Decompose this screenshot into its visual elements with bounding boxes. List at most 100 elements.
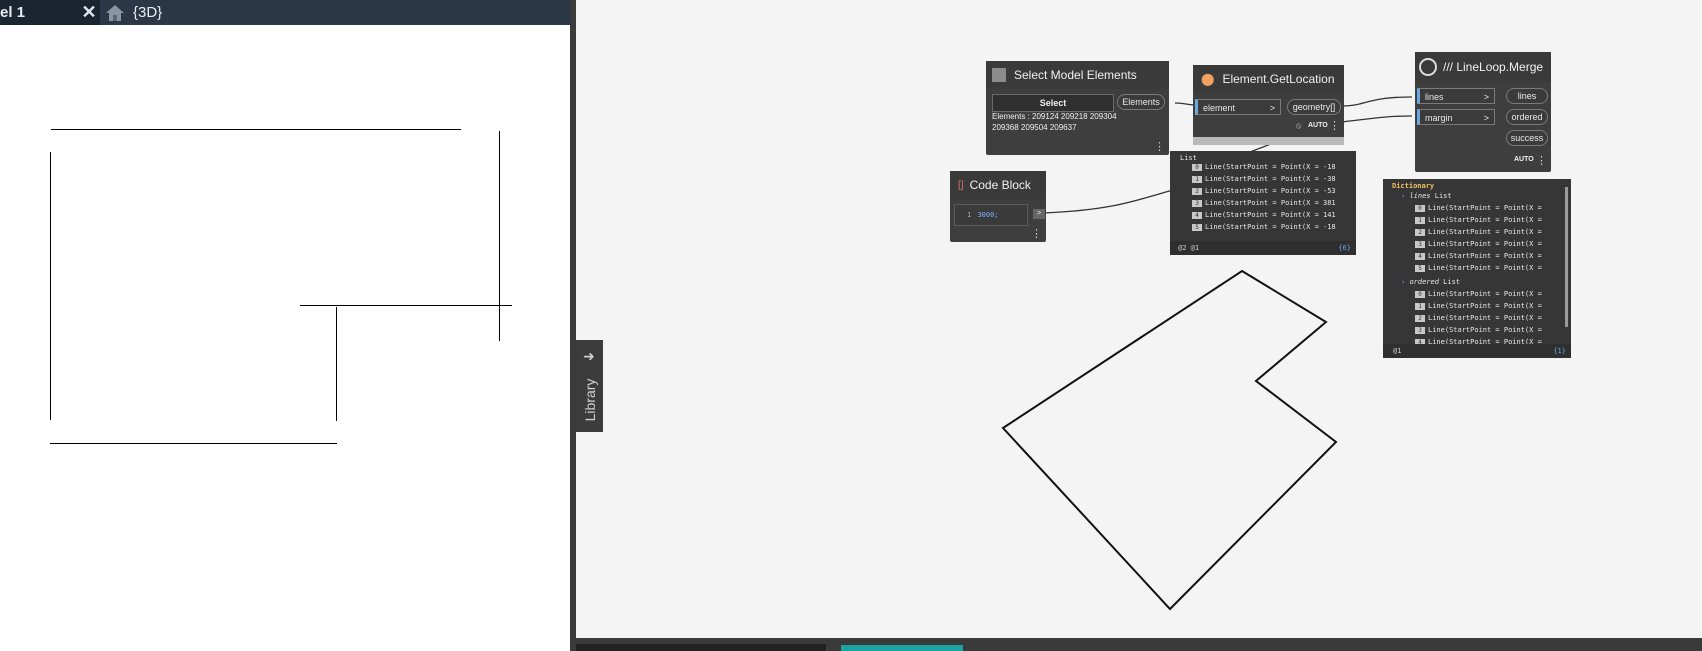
dict-key-lines: lines — [1409, 192, 1431, 200]
element-input-port[interactable]: element > — [1195, 99, 1281, 115]
run-status-bar[interactable] — [841, 645, 963, 651]
elements-id-line-1: Elements : 209124 209218 209304 — [992, 112, 1117, 121]
list-index-badge: 1 — [1192, 175, 1202, 183]
node-lineloop-merge[interactable]: /// LineLoop.Merge lines > margin > lines … — [1415, 52, 1551, 172]
wall-line — [50, 152, 51, 420]
wall-line — [51, 129, 461, 130]
preview-dict-levels: @1 — [1393, 347, 1402, 355]
node-title-bar: ⬤ Element.GetLocation — [1193, 65, 1344, 93]
preview-dict-footer: @1 {1} — [1383, 344, 1571, 358]
select-button[interactable]: Select — [992, 94, 1114, 112]
chevron-icon[interactable]: › — [1401, 278, 1405, 286]
select-elements-icon — [992, 68, 1006, 82]
node-select-model-elements-title: Select Model Elements — [1014, 68, 1137, 82]
tab-level-1[interactable]: el 1 ✕ — [0, 0, 100, 25]
wall-line — [50, 443, 337, 444]
list-item-text: Line(StartPoint = Point(X = — [1428, 204, 1542, 212]
node-title-bar: Select Model Elements — [986, 61, 1169, 89]
preview-dict-key-lines: › lines List — [1401, 192, 1452, 200]
library-panel-toggle[interactable]: ➜ Library — [576, 340, 603, 432]
dict-key-ordered-type: List — [1443, 278, 1461, 286]
elements-id-line-2: 209368 209504 209637 — [992, 123, 1077, 132]
list-item-text: Line(StartPoint = Point(X = -18 — [1205, 163, 1336, 171]
list-item-text: Line(StartPoint = Point(X = — [1428, 314, 1542, 322]
dynamo-workspace[interactable]: Select Model Elements Select Elements El… — [576, 0, 1702, 638]
list-item: 4 Line(StartPoint = Point(X = — [1415, 250, 1571, 262]
list-index-badge: 2 — [1192, 187, 1202, 195]
lacing-auto-label: AUTO — [1514, 156, 1534, 163]
list-index-badge: 1 — [1415, 302, 1425, 310]
ordered-output-port[interactable]: ordered — [1506, 109, 1548, 125]
node-progress-strip — [1193, 137, 1344, 145]
view-tab-bar: el 1 ✕ {3D} — [0, 0, 570, 25]
list-item: 2 Line(StartPoint = Point(X = -53 — [1192, 185, 1356, 197]
preview-list-count: {6} — [1338, 244, 1351, 252]
list-index-badge: 0 — [1192, 163, 1202, 171]
list-item-text: Line(StartPoint = Point(X = — [1428, 228, 1542, 236]
lineloop-geometry — [1001, 269, 1338, 611]
node-lineloop-merge-title: /// LineLoop.Merge — [1443, 60, 1544, 74]
list-item-text: Line(StartPoint = Point(X = — [1428, 252, 1542, 260]
library-label: Library — [582, 378, 598, 422]
list-index-badge: 5 — [1192, 223, 1202, 231]
close-icon[interactable]: ✕ — [80, 2, 98, 22]
list-item-text: Line(StartPoint = Point(X = — [1428, 264, 1542, 272]
list-item: 3 Line(StartPoint = Point(X = — [1415, 324, 1571, 336]
list-index-badge: 3 — [1415, 240, 1425, 248]
list-item-text: Line(StartPoint = Point(X = — [1428, 290, 1542, 298]
wall-line — [300, 305, 512, 306]
list-index-badge: 3 — [1415, 326, 1425, 334]
code-output-port[interactable]: > — [1033, 209, 1045, 219]
chevron-icon[interactable]: › — [1401, 192, 1405, 200]
preview-list-levels: @2 @1 — [1178, 244, 1200, 252]
margin-input-port[interactable]: margin > — [1417, 109, 1495, 125]
dict-key-ordered: ordered — [1409, 278, 1439, 286]
list-item: 5 Line(StartPoint = Point(X = — [1415, 262, 1571, 274]
arrow-right-icon: ➜ — [583, 348, 595, 364]
node-code-block[interactable]: [​] Code Block 1 3000; > ⋮ — [950, 171, 1046, 242]
list-item: 1 Line(StartPoint = Point(X = — [1415, 300, 1571, 312]
wall-line — [336, 307, 337, 421]
lines-input-port[interactable]: lines > — [1417, 88, 1495, 104]
list-item: 0 Line(StartPoint = Point(X = -18 — [1192, 161, 1356, 173]
list-item-text: Line(StartPoint = Point(X = -38 — [1205, 175, 1336, 183]
tab-3d-view[interactable]: {3D} — [104, 0, 224, 25]
list-item-text: Line(StartPoint = Point(X = — [1428, 302, 1542, 310]
list-item: 4 Line(StartPoint = Point(X = 141 — [1192, 209, 1356, 221]
node-element-get-location[interactable]: ⬤ Element.GetLocation element > geometry[… — [1193, 65, 1344, 145]
lines-input-label: lines — [1425, 92, 1444, 102]
list-item-text: Line(StartPoint = Point(X = — [1428, 216, 1542, 224]
dict-key-lines-type: List — [1434, 192, 1452, 200]
preview-bubble-dictionary[interactable]: Dictionary › lines List 0 Line(StartPoint… — [1383, 179, 1571, 358]
margin-input-label: margin — [1425, 113, 1453, 123]
node-menu-icon[interactable]: ⋮ — [1154, 140, 1165, 153]
node-menu-icon[interactable]: ⋮ — [1031, 227, 1042, 240]
preview-bubble-list[interactable]: List 0 Line(StartPoint = Point(X = -18 1 Li… — [1170, 151, 1356, 255]
wire-code-to-margin-b — [1341, 115, 1413, 123]
elements-output-port[interactable]: Elements — [1117, 94, 1165, 110]
tab-level-1-label: el 1 — [0, 4, 26, 21]
list-item: 2 Line(StartPoint = Point(X = — [1415, 312, 1571, 324]
list-item-text: Line(StartPoint = Point(X = — [1428, 240, 1542, 248]
revit-view[interactable]: el 1 ✕ {3D} — [0, 0, 570, 651]
node-select-model-elements[interactable]: Select Model Elements Select Elements El… — [986, 61, 1169, 155]
success-output-port[interactable]: success — [1506, 130, 1548, 146]
geometry-output-port[interactable]: geometry[] — [1287, 99, 1341, 115]
node-menu-icon[interactable]: ⋮ — [1329, 119, 1340, 132]
code-block-icon: [​] — [958, 179, 964, 191]
list-item-text: Line(StartPoint = Point(X = -53 — [1205, 187, 1336, 195]
preview-scrollbar[interactable] — [1565, 187, 1568, 327]
tab-3d-label: {3D} — [133, 4, 163, 21]
list-item-text: Line(StartPoint = Point(X = -18 — [1205, 223, 1336, 231]
preview-dict-count: {1} — [1553, 347, 1566, 355]
lines-output-port[interactable]: lines — [1506, 88, 1548, 104]
preview-off-icon: ⦸ — [1296, 121, 1302, 130]
code-editor[interactable]: 1 3000; — [954, 204, 1028, 226]
code-line-number: 1 — [967, 211, 972, 219]
node-menu-icon[interactable]: ⋮ — [1536, 154, 1547, 167]
list-item: 5 Line(StartPoint = Point(X = -18 — [1192, 221, 1356, 233]
list-index-badge: 1 — [1415, 216, 1425, 224]
list-index-badge: 0 — [1415, 290, 1425, 298]
bottom-bar-segment — [576, 644, 826, 651]
wall-line — [499, 131, 500, 341]
